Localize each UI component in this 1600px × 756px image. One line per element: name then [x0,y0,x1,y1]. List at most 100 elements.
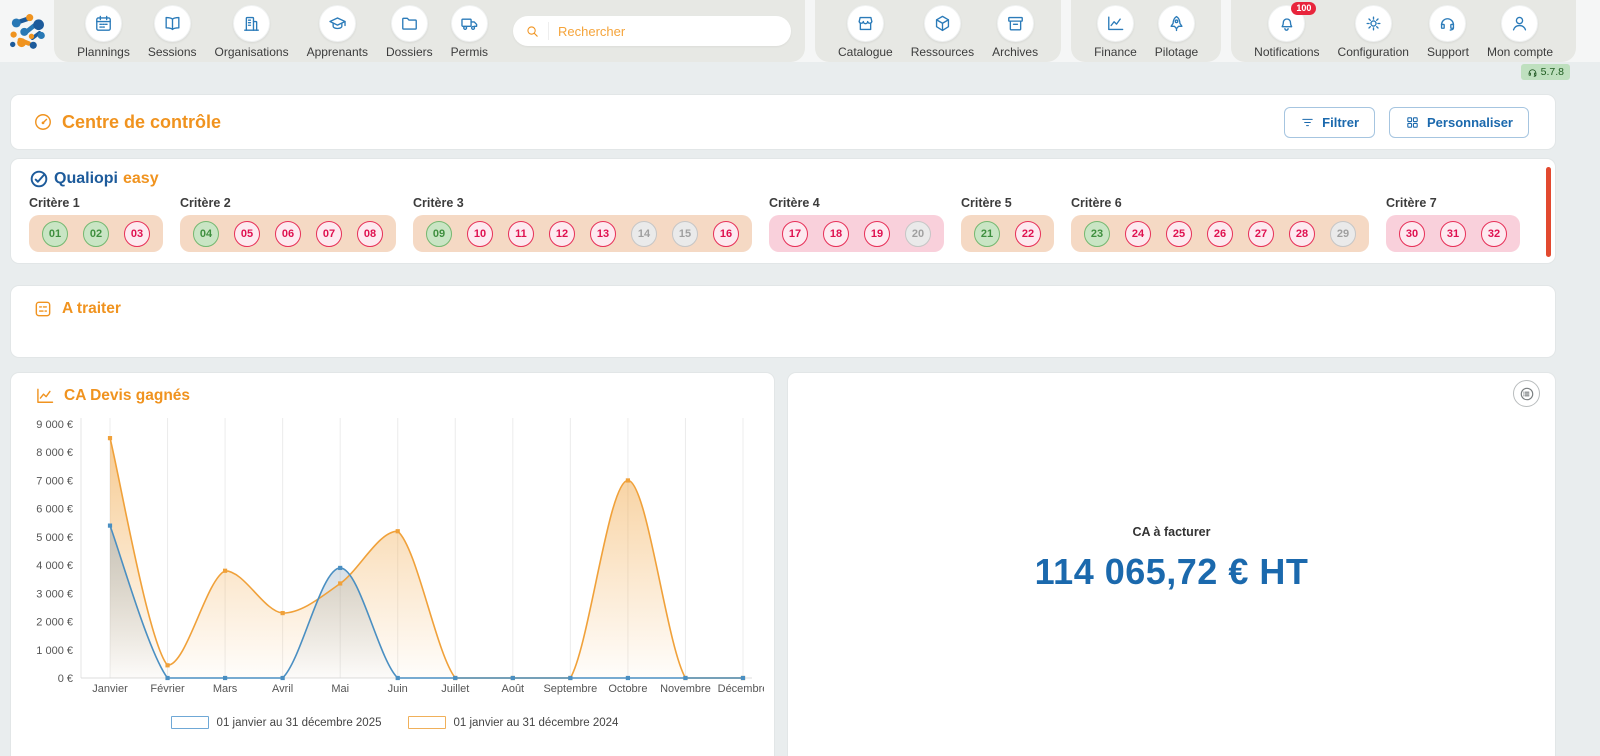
nav-item-notifications[interactable]: 100 Notifications [1245,0,1328,63]
legend-swatch [170,716,209,729]
nav-item-finance[interactable]: Finance [1085,0,1146,63]
qualiopi-indicator-26[interactable]: 26 [1207,220,1233,247]
personalize-button[interactable]: Personnaliser [1389,106,1529,138]
nav-item-catalogue[interactable]: Catalogue [829,0,902,63]
nav-item-dossiers[interactable]: Dossiers [377,0,442,63]
qualiopi-indicator-09[interactable]: 09 [426,220,452,247]
folder-icon [390,4,428,42]
nav-item-plannings[interactable]: Plannings [68,0,139,63]
criterion-indicators: 09 10 11 12 13 14 15 16 [413,215,752,252]
qualiopi-indicator-27[interactable]: 27 [1248,220,1274,247]
nav-item-label: Dossiers [385,44,433,59]
criterion-group-7: Critère 7 30 31 32 [1386,196,1520,252]
qualiopi-indicator-15[interactable]: 15 [672,220,698,247]
book-icon [153,4,191,42]
list-menu-icon [1519,386,1535,402]
qualiopi-indicator-18[interactable]: 18 [823,220,849,247]
svg-text:Mars: Mars [213,683,238,695]
bell-icon: 100 [1268,1,1317,42]
legend-swatch [407,716,446,729]
qualiopi-indicator-24[interactable]: 24 [1125,220,1151,247]
truck-icon [450,4,488,42]
qualiopi-indicator-32[interactable]: 32 [1481,220,1507,247]
qualiopi-indicator-14[interactable]: 14 [631,220,657,247]
qualiopi-indicator-06[interactable]: 06 [275,220,301,247]
nav-item-sessions[interactable]: Sessions [139,0,206,63]
nav-item-configuration[interactable]: Configuration [1329,0,1418,63]
qualiopi-indicator-13[interactable]: 13 [590,220,616,247]
chart-line-icon [1096,4,1134,42]
version-row: 5.7.8 [0,62,1600,80]
legend-item-2025[interactable]: 01 janvier au 31 décembre 2025 [170,716,382,729]
ca-devis-chart-card: CA Devis gagnés 0 € 1 000 € 2 000 € 3 000 €… [10,372,775,756]
svg-text:9 000 €: 9 000 € [36,419,73,431]
qualiopi-indicator-31[interactable]: 31 [1440,220,1466,247]
qualiopi-indicator-20[interactable]: 20 [905,220,931,247]
qualiopi-indicator-08[interactable]: 08 [357,220,383,247]
nav-item-ressources[interactable]: Ressources [902,0,983,63]
chart-title-row: CA Devis gagnés [35,386,766,406]
nav-item-label: Archives [992,44,1039,59]
qualiopi-indicator-29[interactable]: 29 [1330,220,1356,247]
qualiopi-indicator-23[interactable]: 23 [1084,220,1110,247]
layout-grid-icon [1405,115,1420,130]
qualiopi-indicator-05[interactable]: 05 [234,220,260,247]
svg-text:Juin: Juin [388,683,408,695]
graduation-cap-icon [318,4,356,42]
qualiopi-card: Qualiopi easy Critère 1 01 02 03 Critère 2 04 0… [10,158,1556,264]
gear-icon [1354,4,1392,42]
version-badge: 5.7.8 [1520,64,1570,80]
nav-item-organisations[interactable]: Organisations [206,0,298,63]
chart-title: CA Devis gagnés [64,387,191,404]
criterion-label: Critère 5 [961,196,1012,210]
criterion-label: Critère 3 [413,196,464,210]
legend-item-2024[interactable]: 01 janvier au 31 décembre 2024 [407,716,618,729]
filter-button-label: Filtrer [1322,114,1359,130]
qualiopi-indicator-12[interactable]: 12 [549,220,575,247]
qualiopi-scrollbar[interactable] [1546,167,1551,257]
qualiopi-indicator-04[interactable]: 04 [193,220,219,247]
filter-button[interactable]: Filtrer [1284,106,1375,138]
archive-icon [996,4,1034,42]
svg-text:7 000 €: 7 000 € [36,475,73,487]
svg-text:Juillet: Juillet [441,683,469,695]
criterion-group-3: Critère 3 09 10 11 12 13 14 15 16 [413,196,752,252]
criterion-group-4: Critère 4 17 18 19 20 [769,196,944,252]
qualiopi-indicator-01[interactable]: 01 [42,220,68,247]
criterion-indicators: 04 05 06 07 08 [180,215,396,252]
nav-item-label: Notifications [1254,44,1320,59]
qualiopi-indicator-17[interactable]: 17 [782,220,808,247]
qualiopi-indicator-28[interactable]: 28 [1289,220,1315,247]
ca-a-facturer-card: CA à facturer 114 065,72 € HT [787,372,1556,756]
nav-item-mon-compte[interactable]: Mon compte [1478,0,1562,63]
qualiopi-indicator-11[interactable]: 11 [508,220,534,247]
search-icon [527,25,538,37]
personalize-button-label: Personnaliser [1427,114,1513,130]
qualiopi-indicator-16[interactable]: 16 [713,220,739,247]
qualiopi-indicator-07[interactable]: 07 [316,220,342,247]
qualiopi-indicator-03[interactable]: 03 [124,220,150,247]
nav-item-permis[interactable]: Permis [442,0,497,63]
nav-item-apprenants[interactable]: Apprenants [298,0,377,63]
topbar-groups: Plannings Sessions Organisations Apprenants… [54,0,1586,62]
search-input[interactable] [558,23,779,39]
qualiopi-indicator-21[interactable]: 21 [974,220,1000,247]
qualiopi-indicator-22[interactable]: 22 [1015,220,1041,247]
qualiopi-brand-primary: Qualiopi [54,170,118,187]
app-logo[interactable] [0,0,54,62]
nav-item-label: Plannings [77,44,130,59]
nav-item-support[interactable]: Support [1418,0,1478,63]
criterion-indicators: 17 18 19 20 [769,215,944,252]
qualiopi-indicator-02[interactable]: 02 [83,220,109,247]
svg-text:4 000 €: 4 000 € [36,560,73,572]
nav-item-label: Catalogue [838,44,893,59]
qualiopi-indicator-10[interactable]: 10 [467,220,493,247]
nav-item-archives[interactable]: Archives [983,0,1047,63]
qualiopi-indicator-25[interactable]: 25 [1166,220,1192,247]
qualiopi-indicator-30[interactable]: 30 [1399,220,1425,247]
qualiopi-indicator-19[interactable]: 19 [864,220,890,247]
user-icon [1501,4,1539,42]
nav-item-pilotage[interactable]: Pilotage [1146,0,1207,63]
nav-item-label: Support [1426,44,1469,59]
card-menu-button[interactable] [1513,380,1540,407]
